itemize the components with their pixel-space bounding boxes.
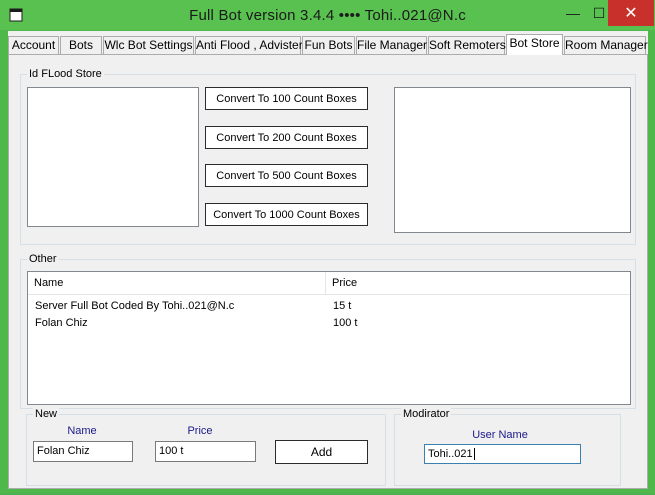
tab-file-manager[interactable]: File Manager bbox=[356, 36, 427, 54]
column-header-price[interactable]: Price bbox=[325, 272, 630, 294]
tab-bot-store[interactable]: Bot Store bbox=[506, 34, 563, 55]
item-price: 100 t bbox=[333, 317, 358, 329]
convert-500-button[interactable]: Convert To 500 Count Boxes bbox=[205, 164, 368, 187]
text-caret bbox=[473, 448, 475, 461]
id-flood-store-title: Id FLood Store bbox=[27, 67, 104, 81]
price-label: Price bbox=[187, 425, 213, 437]
title-bar[interactable]: Full Bot version 3.4.4 •••• Tohi..021@N.… bbox=[0, 0, 655, 30]
app-window: Full Bot version 3.4.4 •••• Tohi..021@N.… bbox=[0, 0, 655, 493]
tab-account[interactable]: Account bbox=[8, 36, 59, 54]
new-item-title: New bbox=[33, 407, 60, 421]
list-item[interactable]: Folan Chiz 100 t bbox=[28, 315, 630, 331]
list-item[interactable]: Server Full Bot Coded By Tohi..021@N.c 1… bbox=[28, 298, 630, 314]
convert-1000-button[interactable]: Convert To 1000 Count Boxes bbox=[205, 203, 368, 226]
tab-anti-flood-advister[interactable]: Anti Flood , Advister bbox=[195, 36, 303, 54]
name-label: Name bbox=[67, 425, 97, 437]
client-area: Account Bots Wlc Bot Settings Anti Flood… bbox=[8, 31, 648, 489]
item-price-input[interactable]: 100 t bbox=[155, 441, 256, 462]
tab-soft-remoters[interactable]: Soft Remoters bbox=[428, 36, 506, 54]
tab-bots[interactable]: Bots bbox=[60, 36, 102, 54]
convert-100-button[interactable]: Convert To 100 Count Boxes bbox=[205, 87, 368, 110]
user-name-value: Tohi..021 bbox=[428, 448, 473, 460]
moderator-user-name-input[interactable]: Tohi..021 bbox=[424, 444, 581, 464]
convert-200-button[interactable]: Convert To 200 Count Boxes bbox=[205, 126, 368, 149]
tab-room-manager[interactable]: Room Manager bbox=[564, 36, 648, 54]
id-list-left[interactable] bbox=[27, 87, 199, 227]
moderator-group: Modirator User Name Tohi..021 bbox=[394, 407, 621, 486]
tab-wlc-bot-settings[interactable]: Wlc Bot Settings bbox=[103, 36, 194, 54]
tab-fun-bots[interactable]: Fun Bots bbox=[302, 36, 355, 54]
bot-store-page: Id FLood Store Convert To 100 Count Boxe… bbox=[8, 54, 648, 489]
list-header: Name Price bbox=[28, 272, 630, 295]
user-name-label: User Name bbox=[472, 429, 528, 441]
item-name: Server Full Bot Coded By Tohi..021@N.c bbox=[35, 300, 235, 312]
other-group: Other Name Price Server Full Bot Coded B… bbox=[20, 252, 636, 409]
store-list-view[interactable]: Name Price Server Full Bot Coded By Tohi… bbox=[27, 271, 631, 405]
item-name-input[interactable]: Folan Chiz bbox=[33, 441, 133, 462]
column-header-name[interactable]: Name bbox=[28, 272, 325, 294]
moderator-title: Modirator bbox=[401, 407, 452, 421]
other-title: Other bbox=[27, 252, 59, 266]
item-price: 15 t bbox=[333, 300, 352, 312]
id-list-right[interactable] bbox=[394, 87, 631, 233]
item-name: Folan Chiz bbox=[35, 317, 88, 329]
new-item-group: New Name Price Folan Chiz 100 t Add bbox=[26, 407, 386, 486]
id-flood-store-group: Id FLood Store Convert To 100 Count Boxe… bbox=[20, 67, 636, 245]
close-button[interactable]: ✕ bbox=[608, 0, 654, 26]
add-button[interactable]: Add bbox=[275, 440, 368, 464]
